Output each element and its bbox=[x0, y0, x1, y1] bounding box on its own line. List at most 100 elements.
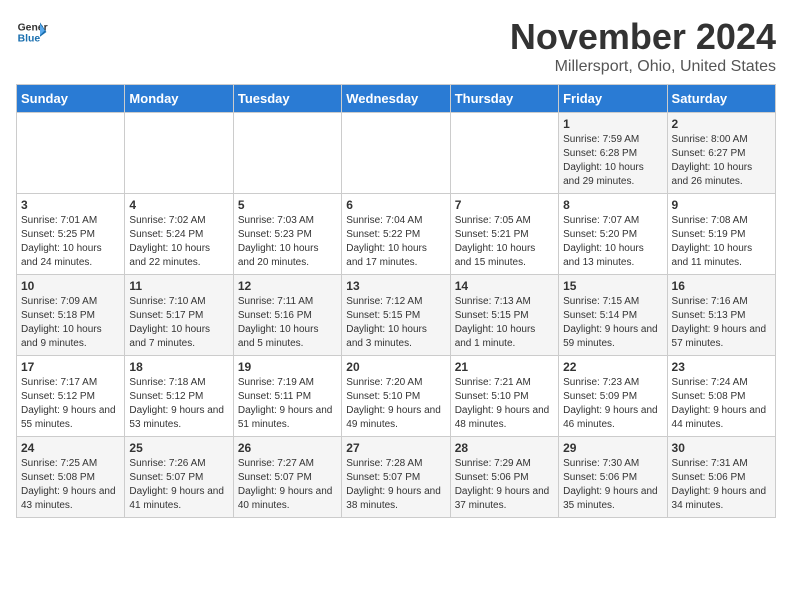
calendar-cell: 8 Sunrise: 7:07 AM Sunset: 5:20 PM Daylig… bbox=[559, 194, 667, 275]
calendar-week-row: 1Sunrise: 7:59 AM Sunset: 6:28 PM Daylig… bbox=[17, 113, 776, 194]
calendar-cell: 5 Sunrise: 7:03 AM Sunset: 5:23 PM Daylig… bbox=[233, 194, 341, 275]
location-title: Millersport, Ohio, United States bbox=[510, 58, 776, 76]
day-info: Sunrise: 7:30 AM Sunset: 5:06 PM Dayligh… bbox=[563, 457, 662, 513]
day-info: Sunrise: 7:23 AM Sunset: 5:09 PM Dayligh… bbox=[563, 376, 662, 432]
day-number: 23 bbox=[672, 360, 771, 374]
header-day-saturday: Saturday bbox=[667, 85, 775, 113]
day-number: 30 bbox=[672, 441, 771, 455]
day-number: 1 bbox=[563, 117, 662, 131]
calendar-cell: 18 Sunrise: 7:18 AM Sunset: 5:12 PM Dayli… bbox=[125, 356, 233, 437]
calendar-cell: 1Sunrise: 7:59 AM Sunset: 6:28 PM Daylig… bbox=[559, 113, 667, 194]
day-number: 28 bbox=[455, 441, 554, 455]
calendar-cell: 9 Sunrise: 7:08 AM Sunset: 5:19 PM Daylig… bbox=[667, 194, 775, 275]
calendar-cell: 14 Sunrise: 7:13 AM Sunset: 5:15 PM Dayli… bbox=[450, 275, 558, 356]
day-number: 3 bbox=[21, 198, 120, 212]
day-number: 17 bbox=[21, 360, 120, 374]
calendar-week-row: 17 Sunrise: 7:17 AM Sunset: 5:12 PM Dayli… bbox=[17, 356, 776, 437]
header-day-wednesday: Wednesday bbox=[342, 85, 450, 113]
calendar-cell bbox=[17, 113, 125, 194]
day-info: Sunrise: 7:17 AM Sunset: 5:12 PM Dayligh… bbox=[21, 376, 120, 432]
day-info: Sunrise: 7:16 AM Sunset: 5:13 PM Dayligh… bbox=[672, 295, 771, 351]
day-info: Sunrise: 7:13 AM Sunset: 5:15 PM Dayligh… bbox=[455, 295, 554, 351]
day-info: Sunrise: 7:29 AM Sunset: 5:06 PM Dayligh… bbox=[455, 457, 554, 513]
day-info: Sunrise: 7:28 AM Sunset: 5:07 PM Dayligh… bbox=[346, 457, 445, 513]
day-info: Sunrise: 7:05 AM Sunset: 5:21 PM Dayligh… bbox=[455, 214, 554, 270]
calendar-cell: 3 Sunrise: 7:01 AM Sunset: 5:25 PM Daylig… bbox=[17, 194, 125, 275]
day-number: 15 bbox=[563, 279, 662, 293]
calendar-week-row: 24Sunrise: 7:25 AM Sunset: 5:08 PM Dayli… bbox=[17, 437, 776, 518]
day-info: Sunrise: 7:07 AM Sunset: 5:20 PM Dayligh… bbox=[563, 214, 662, 270]
calendar-cell: 4 Sunrise: 7:02 AM Sunset: 5:24 PM Daylig… bbox=[125, 194, 233, 275]
day-number: 13 bbox=[346, 279, 445, 293]
calendar-cell bbox=[233, 113, 341, 194]
day-info: Sunrise: 7:04 AM Sunset: 5:22 PM Dayligh… bbox=[346, 214, 445, 270]
calendar-week-row: 10 Sunrise: 7:09 AM Sunset: 5:18 PM Dayli… bbox=[17, 275, 776, 356]
day-info: Sunrise: 7:18 AM Sunset: 5:12 PM Dayligh… bbox=[129, 376, 228, 432]
calendar-cell bbox=[125, 113, 233, 194]
calendar-cell: 20 Sunrise: 7:20 AM Sunset: 5:10 PM Dayli… bbox=[342, 356, 450, 437]
day-info: Sunrise: 8:00 AM Sunset: 6:27 PM Dayligh… bbox=[672, 133, 771, 189]
calendar-week-row: 3 Sunrise: 7:01 AM Sunset: 5:25 PM Daylig… bbox=[17, 194, 776, 275]
header: General Blue November 2024 Millersport, … bbox=[16, 16, 776, 76]
calendar-cell: 2 Sunrise: 8:00 AM Sunset: 6:27 PM Daylig… bbox=[667, 113, 775, 194]
day-info: Sunrise: 7:26 AM Sunset: 5:07 PM Dayligh… bbox=[129, 457, 228, 513]
day-info: Sunrise: 7:21 AM Sunset: 5:10 PM Dayligh… bbox=[455, 376, 554, 432]
calendar-cell: 30 Sunrise: 7:31 AM Sunset: 5:06 PM Dayli… bbox=[667, 437, 775, 518]
day-number: 20 bbox=[346, 360, 445, 374]
day-info: Sunrise: 7:03 AM Sunset: 5:23 PM Dayligh… bbox=[238, 214, 337, 270]
calendar-cell: 21Sunrise: 7:21 AM Sunset: 5:10 PM Dayli… bbox=[450, 356, 558, 437]
day-info: Sunrise: 7:02 AM Sunset: 5:24 PM Dayligh… bbox=[129, 214, 228, 270]
calendar-cell: 12Sunrise: 7:11 AM Sunset: 5:16 PM Dayli… bbox=[233, 275, 341, 356]
calendar-cell: 15 Sunrise: 7:15 AM Sunset: 5:14 PM Dayli… bbox=[559, 275, 667, 356]
day-number: 7 bbox=[455, 198, 554, 212]
calendar-cell: 28 Sunrise: 7:29 AM Sunset: 5:06 PM Dayli… bbox=[450, 437, 558, 518]
day-number: 22 bbox=[563, 360, 662, 374]
calendar-cell: 17 Sunrise: 7:17 AM Sunset: 5:12 PM Dayli… bbox=[17, 356, 125, 437]
calendar-cell bbox=[450, 113, 558, 194]
day-number: 4 bbox=[129, 198, 228, 212]
day-number: 5 bbox=[238, 198, 337, 212]
day-info: Sunrise: 7:24 AM Sunset: 5:08 PM Dayligh… bbox=[672, 376, 771, 432]
calendar-table: SundayMondayTuesdayWednesdayThursdayFrid… bbox=[16, 84, 776, 518]
day-info: Sunrise: 7:08 AM Sunset: 5:19 PM Dayligh… bbox=[672, 214, 771, 270]
calendar-cell: 29Sunrise: 7:30 AM Sunset: 5:06 PM Dayli… bbox=[559, 437, 667, 518]
month-title: November 2024 bbox=[510, 16, 776, 58]
day-number: 6 bbox=[346, 198, 445, 212]
calendar-cell bbox=[342, 113, 450, 194]
day-number: 2 bbox=[672, 117, 771, 131]
day-number: 19 bbox=[238, 360, 337, 374]
calendar-cell: 7 Sunrise: 7:05 AM Sunset: 5:21 PM Daylig… bbox=[450, 194, 558, 275]
day-number: 26 bbox=[238, 441, 337, 455]
title-area: November 2024 Millersport, Ohio, United … bbox=[510, 16, 776, 76]
calendar-cell: 26Sunrise: 7:27 AM Sunset: 5:07 PM Dayli… bbox=[233, 437, 341, 518]
day-info: Sunrise: 7:20 AM Sunset: 5:10 PM Dayligh… bbox=[346, 376, 445, 432]
day-number: 18 bbox=[129, 360, 228, 374]
header-day-sunday: Sunday bbox=[17, 85, 125, 113]
calendar-cell: 24Sunrise: 7:25 AM Sunset: 5:08 PM Dayli… bbox=[17, 437, 125, 518]
header-day-friday: Friday bbox=[559, 85, 667, 113]
day-info: Sunrise: 7:15 AM Sunset: 5:14 PM Dayligh… bbox=[563, 295, 662, 351]
day-number: 8 bbox=[563, 198, 662, 212]
calendar-cell: 10 Sunrise: 7:09 AM Sunset: 5:18 PM Dayli… bbox=[17, 275, 125, 356]
logo: General Blue bbox=[16, 16, 48, 48]
day-info: Sunrise: 7:09 AM Sunset: 5:18 PM Dayligh… bbox=[21, 295, 120, 351]
day-number: 25 bbox=[129, 441, 228, 455]
calendar-cell: 6 Sunrise: 7:04 AM Sunset: 5:22 PM Daylig… bbox=[342, 194, 450, 275]
header-day-thursday: Thursday bbox=[450, 85, 558, 113]
day-number: 10 bbox=[21, 279, 120, 293]
calendar-cell: 11Sunrise: 7:10 AM Sunset: 5:17 PM Dayli… bbox=[125, 275, 233, 356]
calendar-cell: 13 Sunrise: 7:12 AM Sunset: 5:15 PM Dayli… bbox=[342, 275, 450, 356]
day-info: Sunrise: 7:12 AM Sunset: 5:15 PM Dayligh… bbox=[346, 295, 445, 351]
day-number: 16 bbox=[672, 279, 771, 293]
day-number: 14 bbox=[455, 279, 554, 293]
day-number: 11 bbox=[129, 279, 228, 293]
day-info: Sunrise: 7:01 AM Sunset: 5:25 PM Dayligh… bbox=[21, 214, 120, 270]
calendar-cell: 23 Sunrise: 7:24 AM Sunset: 5:08 PM Dayli… bbox=[667, 356, 775, 437]
logo-icon: General Blue bbox=[16, 16, 48, 48]
day-info: Sunrise: 7:31 AM Sunset: 5:06 PM Dayligh… bbox=[672, 457, 771, 513]
day-info: Sunrise: 7:25 AM Sunset: 5:08 PM Dayligh… bbox=[21, 457, 120, 513]
calendar-header-row: SundayMondayTuesdayWednesdayThursdayFrid… bbox=[17, 85, 776, 113]
day-number: 9 bbox=[672, 198, 771, 212]
day-info: Sunrise: 7:19 AM Sunset: 5:11 PM Dayligh… bbox=[238, 376, 337, 432]
calendar-cell: 19 Sunrise: 7:19 AM Sunset: 5:11 PM Dayli… bbox=[233, 356, 341, 437]
